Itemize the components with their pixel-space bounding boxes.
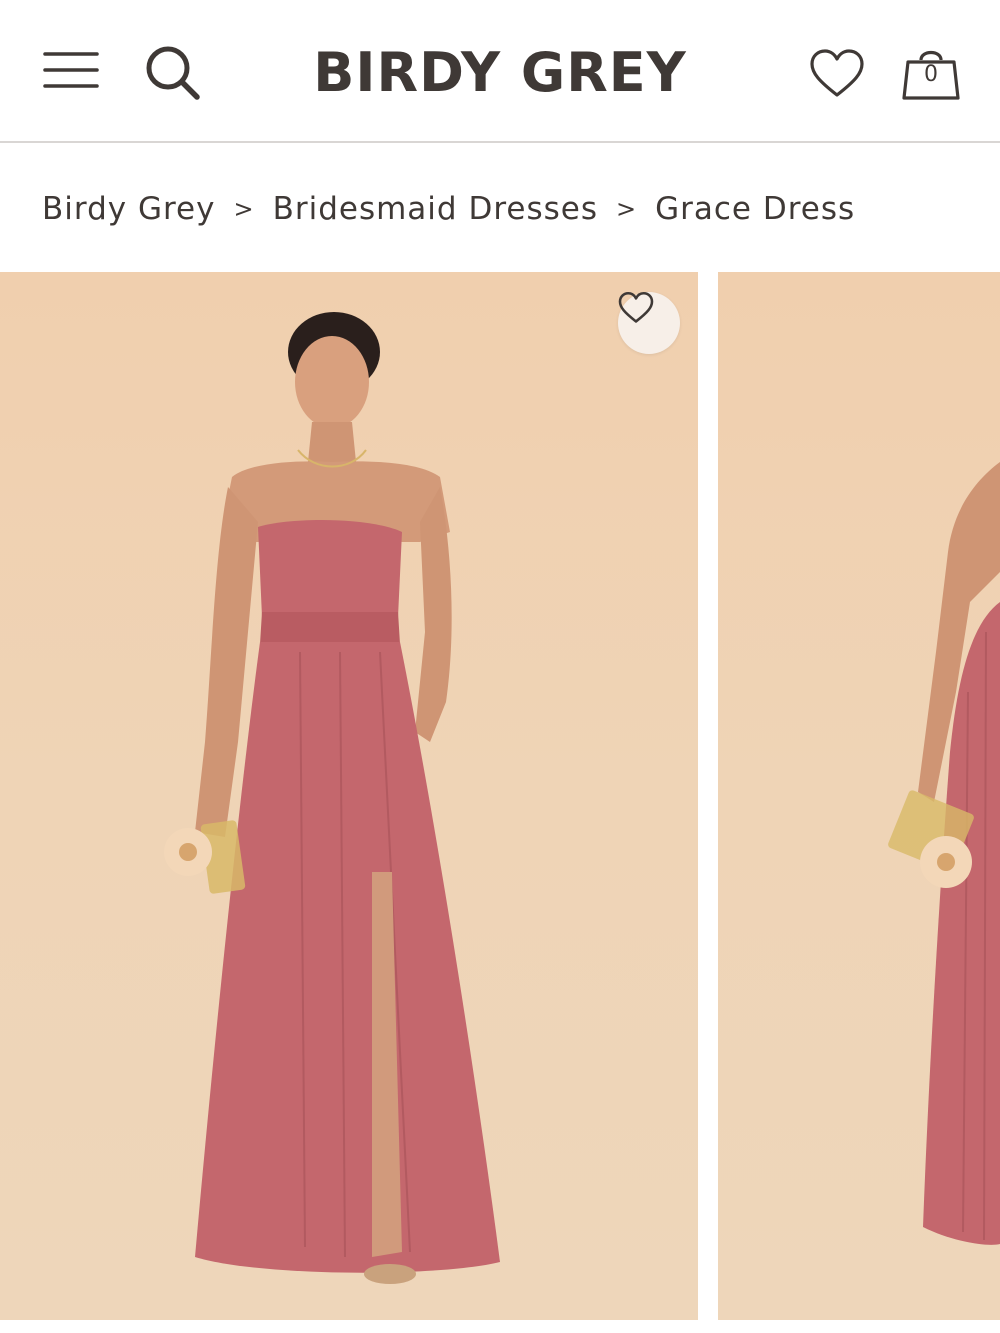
- bag-count-badge: 0: [924, 62, 938, 87]
- product-image-front[interactable]: [0, 272, 698, 1320]
- product-image-side[interactable]: [718, 272, 1000, 1320]
- breadcrumb-link-home[interactable]: Birdy Grey: [42, 191, 215, 227]
- breadcrumb: Birdy Grey > Bridesmaid Dresses > Grace …: [42, 186, 855, 232]
- breadcrumb-current-page: Grace Dress: [655, 191, 856, 227]
- breadcrumb-separator: >: [615, 195, 638, 223]
- breadcrumb-link-bridesmaid-dresses[interactable]: Bridesmaid Dresses: [273, 191, 598, 227]
- breadcrumb-separator: >: [233, 195, 255, 223]
- brand-logo[interactable]: BIRDY GREY: [260, 38, 740, 108]
- shopping-bag-button[interactable]: 0: [898, 40, 964, 106]
- favorite-button[interactable]: [618, 292, 680, 354]
- wishlist-button[interactable]: [805, 44, 869, 104]
- menu-button[interactable]: [40, 42, 102, 98]
- model-in-dress-illustration: [888, 462, 1000, 1245]
- search-icon: [146, 46, 200, 100]
- site-header: BIRDY GREY 0: [0, 0, 1000, 143]
- heart-icon: [618, 292, 654, 323]
- model-in-dress-illustration: [164, 312, 500, 1284]
- product-image-gallery[interactable]: [0, 272, 1000, 1320]
- search-button[interactable]: [140, 40, 204, 104]
- hamburger-menu-icon: [43, 52, 99, 88]
- heart-icon: [810, 49, 864, 97]
